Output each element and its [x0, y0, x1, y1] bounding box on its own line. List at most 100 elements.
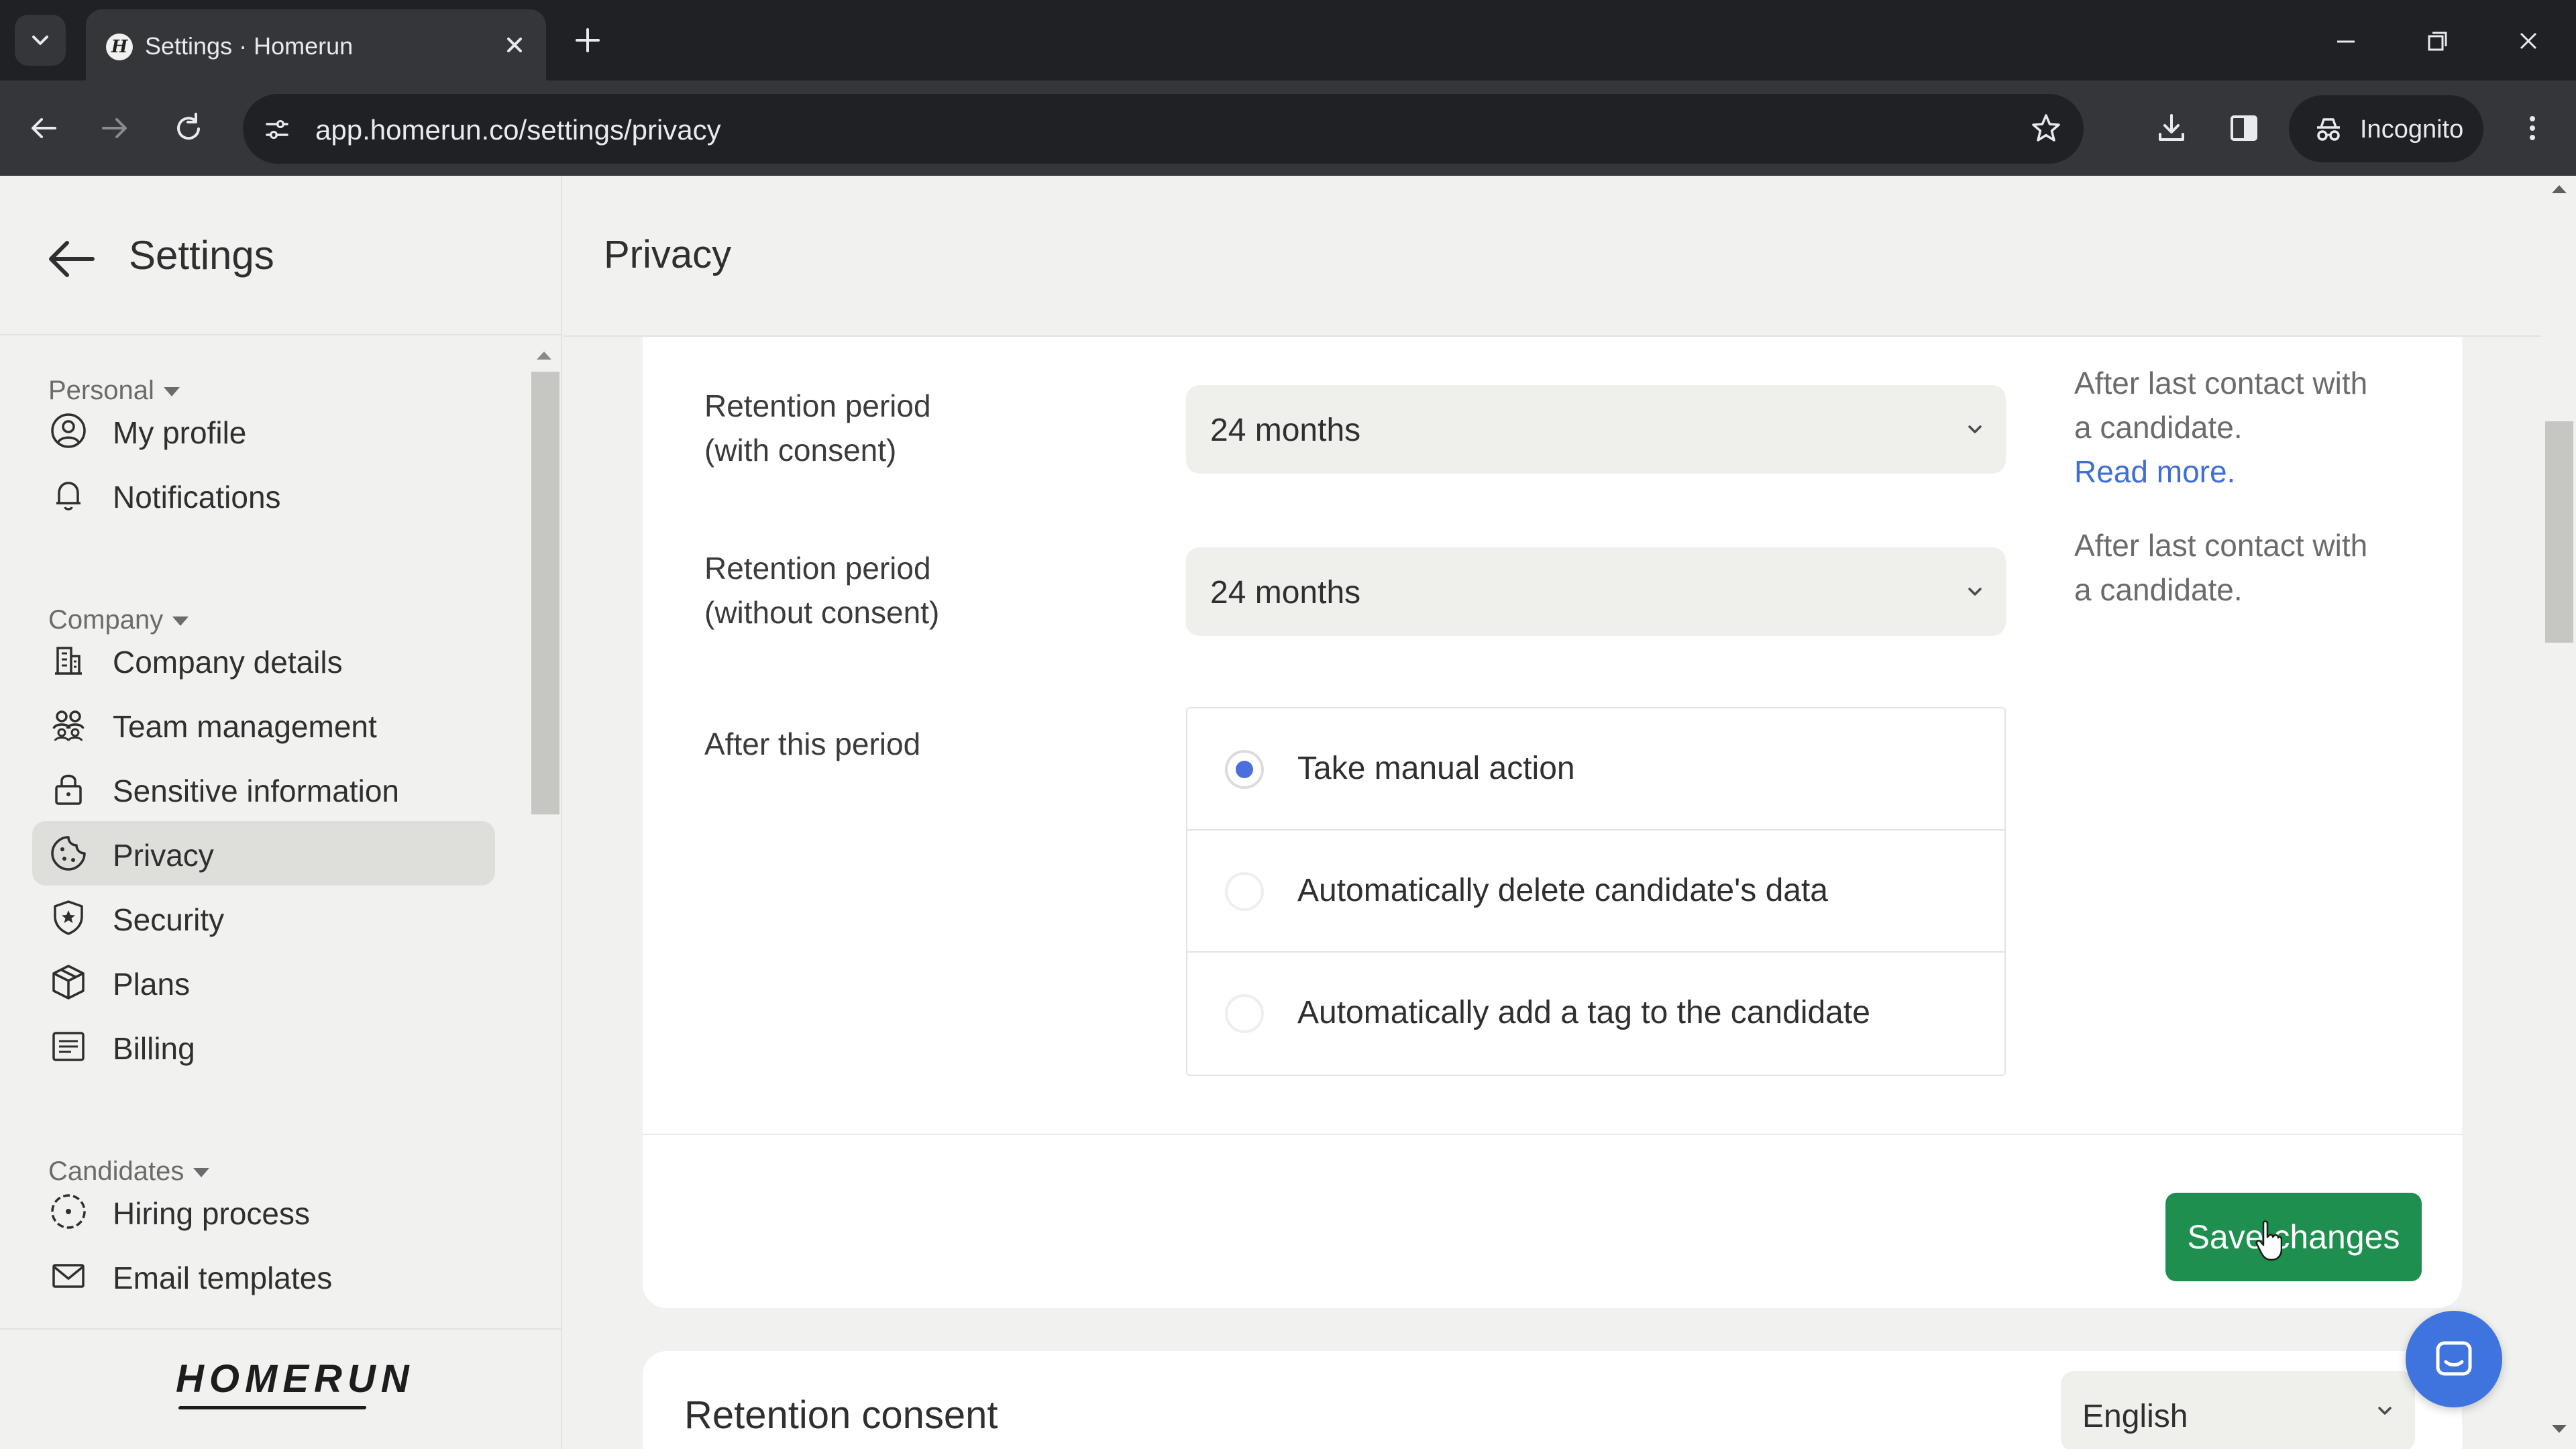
radio-option-auto-tag[interactable]: Automatically add a tag to the candidate	[1187, 953, 2004, 1075]
new-tab-plus-icon[interactable]	[569, 21, 606, 59]
sidebar-item-billing[interactable]: Billing	[32, 1014, 495, 1079]
side-panel-icon[interactable]	[2220, 105, 2267, 152]
address-bar[interactable]: app.homerun.co/settings/privacy	[243, 94, 2084, 164]
retention-with-consent-select[interactable]: 24 months	[1186, 385, 2006, 474]
scroll-up-arrow-icon[interactable]	[2552, 185, 2567, 193]
sidebar-item-label: Billing	[113, 1031, 195, 1066]
retention-without-consent-hint: After last contact with a candidate.	[2074, 523, 2367, 612]
chat-bubble-icon	[2436, 1341, 2472, 1376]
sidebar-item-label: Security	[113, 902, 225, 937]
hint-line: After last contact with	[2074, 366, 2368, 400]
sidebar-scrollbar[interactable]	[530, 345, 559, 1324]
browser-toolbar: app.homerun.co/settings/privacy Incognit…	[0, 80, 2576, 176]
sidebar-item-label: Hiring process	[113, 1196, 310, 1231]
process-circle-icon	[51, 1194, 86, 1229]
receipt-icon	[52, 1032, 85, 1061]
sidebar-item-sensitive-information[interactable]: Sensitive information	[32, 757, 495, 821]
browser-tab[interactable]: H Settings · Homerun	[86, 9, 546, 80]
window-close-icon[interactable]	[2505, 17, 2552, 64]
select-value: 24 months	[1210, 575, 1361, 610]
page-scroll-thumb[interactable]	[2545, 421, 2573, 643]
reload-icon[interactable]	[165, 105, 212, 152]
radio-label: Automatically add a tag to the candidate	[1297, 995, 1870, 1030]
radio-button-checked[interactable]	[1225, 750, 1264, 789]
scroll-up-arrow-icon[interactable]	[537, 352, 551, 360]
sidebar-item-privacy[interactable]: Privacy	[32, 821, 495, 885]
sidebar-nav: Personal My profile Notifications Compan…	[0, 337, 530, 1449]
team-icon	[52, 710, 85, 741]
page-scrollbar[interactable]	[2542, 176, 2576, 1449]
after-period-label: After this period	[704, 727, 921, 761]
hint-line: a candidate.	[2074, 572, 2243, 607]
caret-down-icon	[193, 1168, 210, 1178]
sidebar-item-hiring-process[interactable]: Hiring process	[32, 1179, 495, 1244]
mail-icon	[52, 1264, 85, 1288]
box-icon	[52, 965, 85, 1000]
tab-search-button[interactable]	[15, 15, 66, 66]
back-arrow-icon[interactable]	[43, 231, 99, 287]
sidebar-item-security[interactable]: Security	[32, 885, 495, 950]
site-settings-icon[interactable]	[260, 113, 294, 146]
retention-consent-title: Retention consent	[684, 1393, 998, 1437]
card-divider	[643, 1134, 2462, 1135]
more-menu-icon[interactable]	[2509, 105, 2556, 152]
shield-star-icon	[54, 900, 83, 935]
forward-icon[interactable]	[91, 105, 138, 152]
lock-icon	[55, 774, 82, 805]
scroll-down-arrow-icon[interactable]	[2552, 1425, 2567, 1433]
building-icon	[55, 647, 82, 675]
hand-cursor-icon	[2255, 1220, 2282, 1261]
chevron-down-icon	[32, 36, 48, 45]
save-changes-button[interactable]: Save changes	[2165, 1193, 2422, 1281]
chevron-down-icon	[1968, 588, 1982, 596]
main-header: Privacy	[564, 176, 2541, 337]
settings-sidebar: Settings Personal My profile Notificatio…	[0, 176, 562, 1449]
sidebar-title: Settings	[129, 233, 274, 278]
download-icon[interactable]	[2148, 105, 2195, 152]
radio-button[interactable]	[1225, 994, 1264, 1033]
chevron-down-icon	[2378, 1407, 2392, 1415]
read-more-link[interactable]: Read more.	[2074, 449, 2367, 494]
bookmark-star-icon[interactable]	[2027, 110, 2065, 148]
radio-button[interactable]	[1225, 872, 1264, 911]
sidebar-header: Settings	[0, 176, 561, 335]
sidebar-item-label: Sensitive information	[113, 773, 399, 808]
retention-settings-card: Retention period (with consent) 24 month…	[643, 337, 2462, 1308]
app-content: Settings Personal My profile Notificatio…	[0, 176, 2576, 1449]
restore-icon[interactable]	[2414, 17, 2461, 64]
sidebar-item-notifications[interactable]: Notifications	[32, 463, 495, 527]
sidebar-scroll-thumb[interactable]	[531, 372, 559, 814]
after-period-radio-group: Take manual action Automatically delete …	[1186, 707, 2006, 1076]
sidebar-item-label: Privacy	[113, 838, 214, 873]
sidebar-item-label: Email templates	[113, 1260, 333, 1295]
retention-with-consent-hint: After last contact with a candidate. Rea…	[2074, 361, 2367, 494]
sidebar-item-label: Plans	[113, 967, 191, 1002]
select-value: English	[2082, 1399, 2188, 1434]
sidebar-item-company-details[interactable]: Company details	[32, 628, 495, 692]
sidebar-item-plans[interactable]: Plans	[32, 950, 495, 1014]
radio-label: Take manual action	[1297, 751, 1575, 786]
sidebar-item-my-profile[interactable]: My profile	[32, 398, 495, 463]
user-circle-icon	[51, 413, 86, 448]
minimize-icon[interactable]	[2322, 17, 2369, 64]
retention-consent-card: Retention consent English	[643, 1351, 2462, 1449]
label-line: Retention period	[704, 388, 931, 423]
label-line: Retention period	[704, 551, 931, 586]
retention-without-consent-select[interactable]: 24 months	[1186, 547, 2006, 636]
sidebar-item-label: My profile	[113, 415, 247, 450]
radio-option-manual-action[interactable]: Take manual action	[1187, 708, 2004, 830]
bell-icon	[56, 482, 80, 511]
label-line: (with consent)	[704, 433, 897, 468]
sidebar-item-label: Team management	[113, 709, 377, 744]
incognito-indicator[interactable]: Incognito	[2289, 95, 2483, 162]
back-icon[interactable]	[20, 105, 67, 152]
close-icon[interactable]	[498, 28, 531, 62]
chat-support-button[interactable]	[2406, 1311, 2502, 1407]
sidebar-footer: HOMERUN	[0, 1328, 561, 1449]
sidebar-item-team-management[interactable]: Team management	[32, 692, 495, 757]
select-value: 24 months	[1210, 413, 1361, 448]
sidebar-item-email-templates[interactable]: Email templates	[32, 1244, 495, 1308]
language-select[interactable]: English	[2061, 1371, 2415, 1449]
radio-option-auto-delete[interactable]: Automatically delete candidate's data	[1187, 830, 2004, 953]
browser-tab-bar: H Settings · Homerun	[0, 0, 2576, 80]
